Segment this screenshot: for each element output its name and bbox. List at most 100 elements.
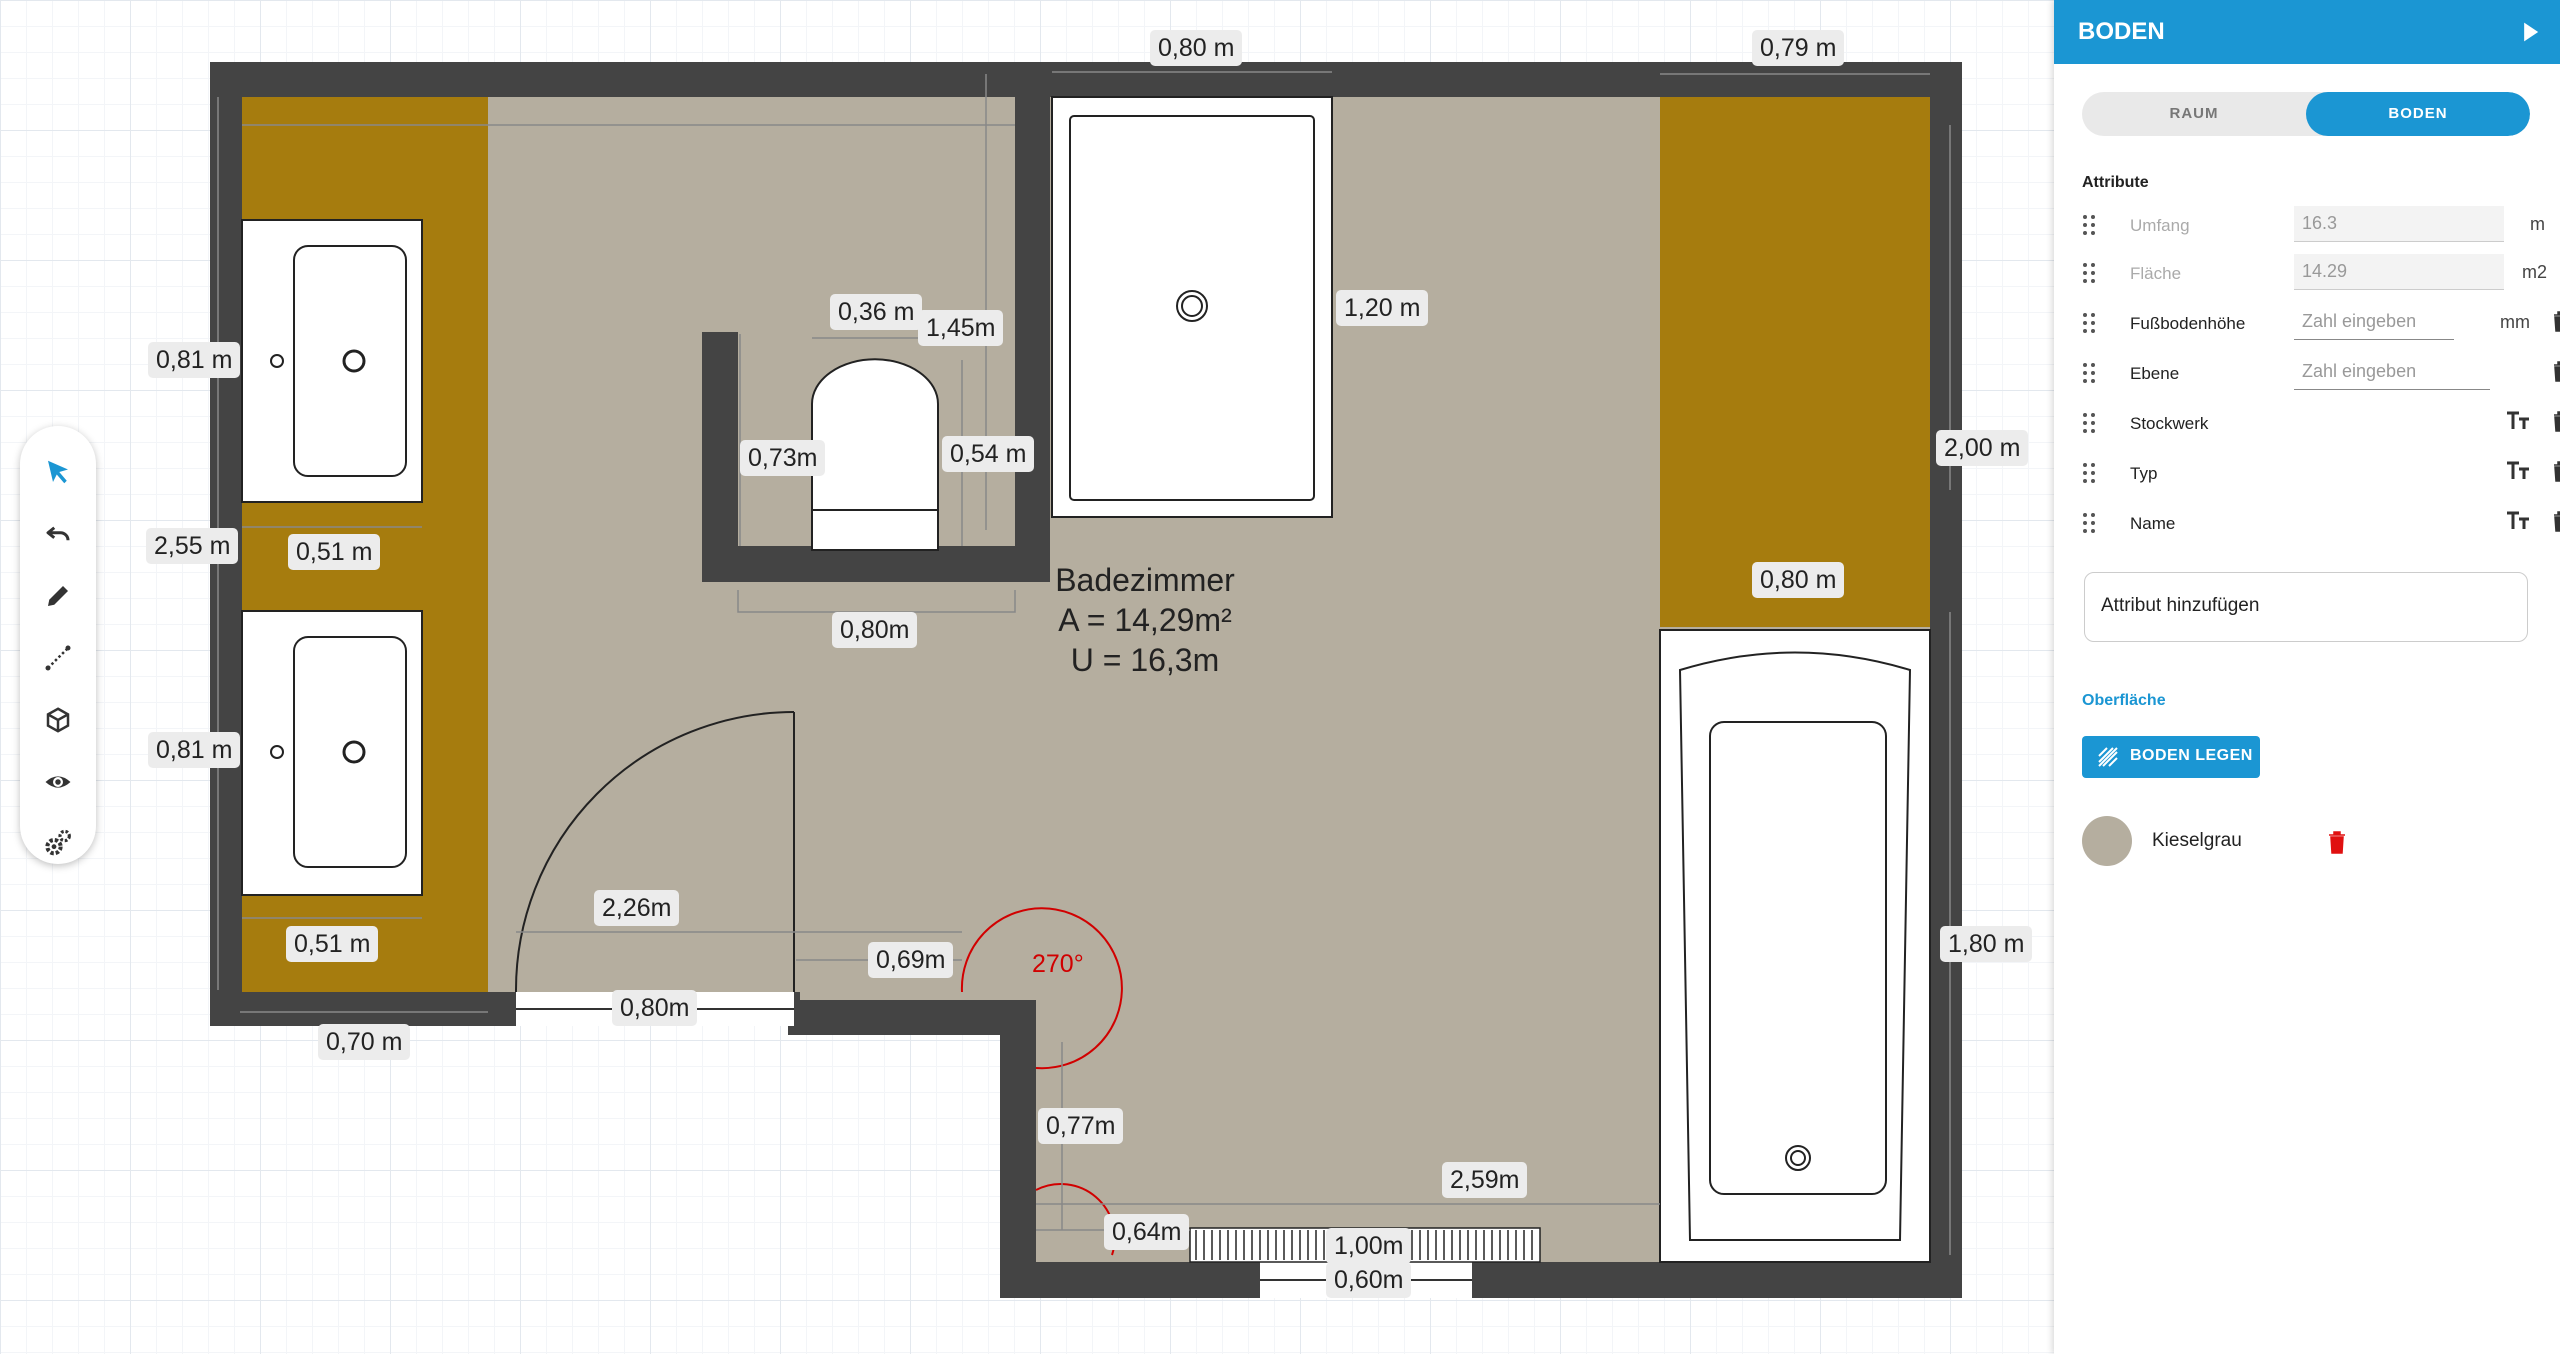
attribute-row-stockwerk: Stockwerk — [2082, 404, 2560, 444]
dimension-label: 2,26m — [594, 890, 680, 926]
dimension-label: 0,80m — [612, 990, 698, 1026]
angle-label: 270° — [1032, 950, 1084, 978]
undo-icon — [46, 526, 70, 541]
add-attribute-label: Attribut hinzufügen — [2101, 595, 2260, 616]
attribute-row-typ: Typ — [2082, 454, 2560, 494]
attributes-heading: Attribute — [2082, 174, 2149, 191]
dimension-label: 0,80m — [832, 612, 918, 648]
tab-boden[interactable]: BODEN — [2306, 92, 2530, 136]
attribute-row-ebene: Ebene — [2082, 354, 2560, 394]
text-type-icon[interactable] — [2506, 460, 2532, 482]
pencil-icon — [48, 586, 68, 606]
attribute-row-fussbodenhoehe: Fußbodenhöhe mm — [2082, 304, 2560, 344]
drag-handle-icon[interactable] — [2082, 412, 2096, 434]
dimension-label: 1,45m — [918, 310, 1004, 346]
dimension-label: 0,77m — [1038, 1108, 1124, 1144]
add-attribute-field[interactable]: Attribut hinzufügen — [2084, 572, 2528, 642]
dimension-label: 0,80 m — [1752, 562, 1845, 598]
attribute-row-name: Name — [2082, 504, 2560, 544]
trash-icon[interactable] — [2552, 510, 2560, 532]
panel-tabs: RAUM BODEN — [2082, 92, 2530, 136]
text-type-icon[interactable] — [2506, 510, 2532, 532]
tall-cabinet — [1660, 97, 1930, 627]
dimension-label: 0,81 m — [148, 732, 241, 768]
draw-tool-button[interactable] — [38, 576, 78, 616]
material-swatch[interactable] — [2082, 816, 2132, 866]
trash-icon[interactable] — [2552, 310, 2560, 332]
gears-icon — [45, 829, 71, 856]
attribute-name: Ebene — [2130, 364, 2180, 383]
surface-heading: Oberfläche — [2082, 692, 2166, 709]
floor-material: Kieselgrau — [2082, 816, 2482, 868]
trash-icon[interactable] — [2328, 830, 2346, 854]
dimension-label: 0,64m — [1104, 1214, 1190, 1250]
attribute-row-flaeche: Fläche m2 — [2082, 254, 2547, 294]
panel-header: BODEN — [2054, 0, 2560, 64]
drag-handle-icon[interactable] — [2082, 312, 2096, 334]
attribute-unit: m2 — [2522, 262, 2548, 282]
undo-tool-button[interactable] — [38, 514, 78, 554]
tab-raum[interactable]: RAUM — [2082, 92, 2306, 136]
panel-title: BODEN — [2078, 18, 2165, 45]
properties-panel: BODEN RAUM BODEN Attribute Umfang m Fläc… — [2054, 0, 2560, 1354]
settings-tool-button[interactable] — [38, 824, 78, 864]
cube-icon — [46, 707, 70, 733]
attribute-name: Stockwerk — [2130, 414, 2209, 433]
measure-line-icon — [45, 645, 71, 671]
attribute-name: Typ — [2130, 464, 2158, 483]
room-label[interactable]: Badezimmer A = 14,29m² U = 16,3m — [1000, 560, 1290, 680]
dimension-label: 0,51 m — [286, 926, 379, 962]
lay-floor-label: BODEN LEGEN — [2130, 747, 2253, 764]
attribute-name: Fußbodenhöhe — [2130, 314, 2246, 333]
drag-handle-icon[interactable] — [2082, 512, 2096, 534]
measure-tool-button[interactable] — [38, 638, 78, 678]
attribute-name: Umfang — [2130, 216, 2190, 235]
room-name: Badezimmer — [1055, 562, 1235, 598]
visibility-tool-button[interactable] — [38, 762, 78, 802]
dimension-label: 2,59m — [1442, 1162, 1528, 1198]
trash-icon[interactable] — [2552, 460, 2560, 482]
eye-icon — [45, 776, 71, 788]
dimension-label: 0,79 m — [1752, 30, 1845, 66]
tool-palette — [20, 426, 96, 864]
dimension-label: 0,60m — [1326, 1262, 1412, 1298]
ebene-input[interactable] — [2294, 354, 2490, 390]
attribute-unit: m — [2530, 214, 2545, 234]
dimension-label: 0,81 m — [148, 342, 241, 378]
dimension-label: 1,00m — [1326, 1228, 1412, 1264]
arrow-cursor-icon — [48, 460, 68, 484]
dimension-label: 0,73m — [740, 440, 826, 476]
attribute-row-umfang: Umfang m — [2082, 206, 2545, 246]
select-tool-button[interactable] — [38, 452, 78, 492]
hatch-pattern-icon — [2098, 747, 2118, 767]
dimension-label: 2,00 m — [1936, 430, 2029, 466]
trash-icon[interactable] — [2552, 410, 2560, 432]
fussbodenhoehe-input[interactable] — [2294, 304, 2454, 340]
lay-floor-button[interactable]: BODEN LEGEN — [2082, 736, 2260, 778]
dimension-label: 2,55 m — [146, 528, 239, 564]
drag-handle-icon[interactable] — [2082, 262, 2096, 284]
text-type-icon[interactable] — [2506, 410, 2532, 432]
dimension-label: 0,51 m — [288, 534, 381, 570]
material-name: Kieselgrau — [2152, 830, 2242, 851]
3d-view-tool-button[interactable] — [38, 700, 78, 740]
floor-plan-canvas[interactable]: 0,80 m 0,79 m 0,81 m 0,36 m 1,45m 1,20 m… — [0, 0, 2054, 1354]
dimension-label: 0,70 m — [318, 1024, 411, 1060]
dimension-label: 1,80 m — [1940, 926, 2033, 962]
dimension-label: 0,80 m — [1150, 30, 1243, 66]
room-perimeter: U = 16,3m — [1070, 642, 1220, 678]
dimension-label: 0,69m — [868, 942, 954, 978]
attribute-name: Name — [2130, 514, 2176, 533]
trash-icon[interactable] — [2552, 360, 2560, 382]
dimension-label: 1,20 m — [1336, 290, 1429, 326]
drag-handle-icon[interactable] — [2082, 462, 2096, 484]
drag-handle-icon[interactable] — [2082, 362, 2096, 384]
attribute-name: Fläche — [2130, 264, 2182, 283]
dimension-label: 0,36 m — [830, 294, 923, 330]
room-area: A = 14,29m² — [1058, 602, 1232, 638]
attribute-unit: mm — [2500, 312, 2530, 332]
collapse-panel-icon[interactable] — [2516, 18, 2544, 46]
drag-handle-icon[interactable] — [2082, 214, 2096, 236]
flaeche-field — [2294, 254, 2504, 290]
toilet — [811, 358, 939, 551]
